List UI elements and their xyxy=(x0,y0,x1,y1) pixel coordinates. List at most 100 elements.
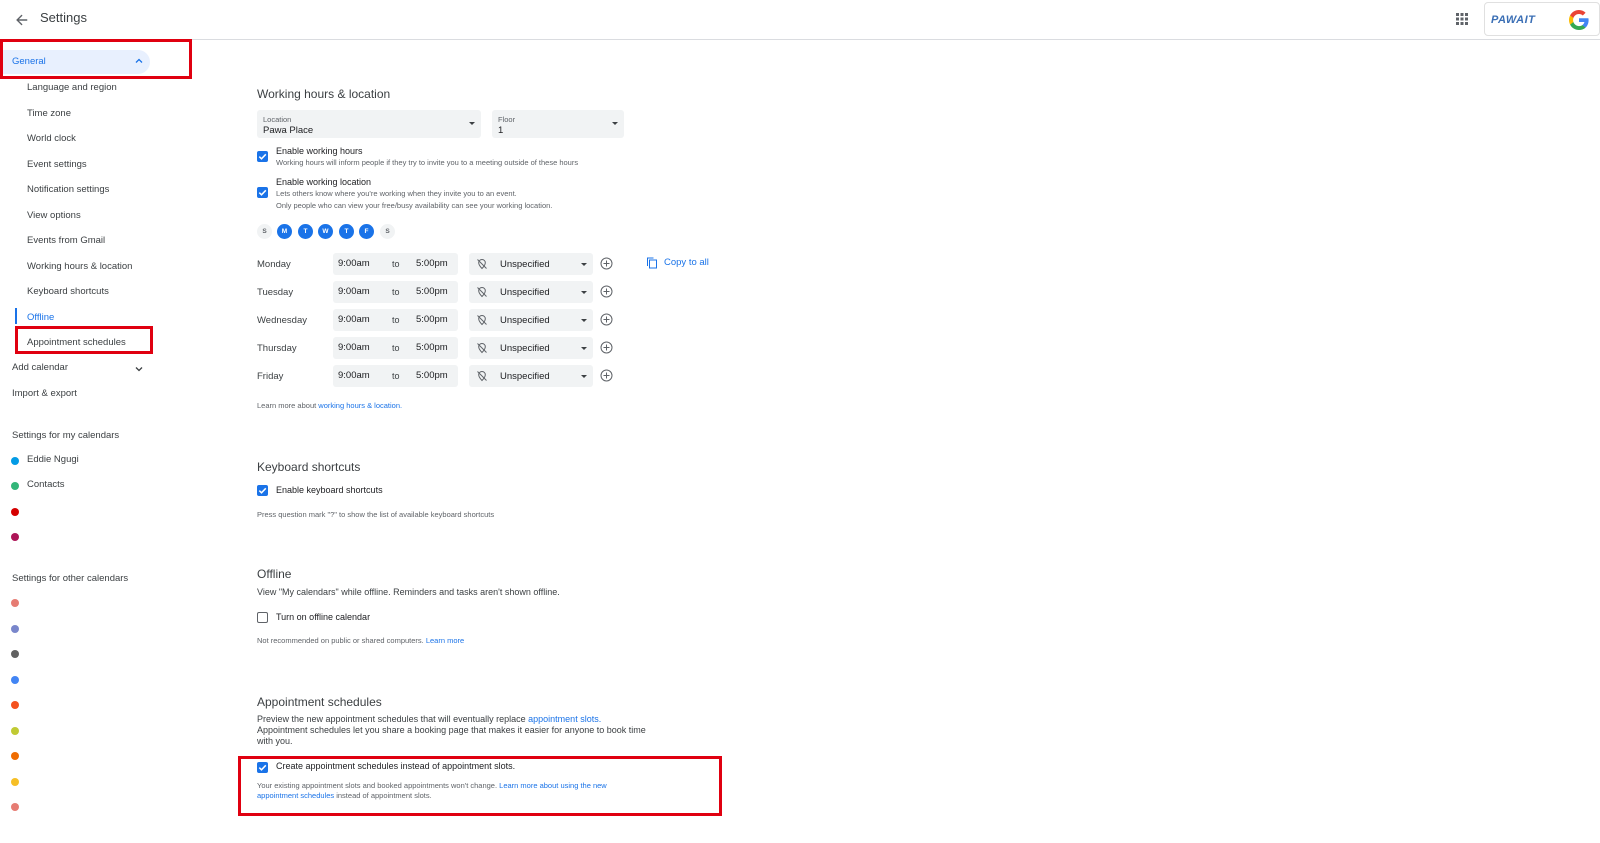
learn-more-prefix: Learn more about xyxy=(257,401,319,410)
apps-grid-icon[interactable] xyxy=(1452,9,1472,29)
appointment-schedules-description-cont: with you. xyxy=(257,736,293,746)
appointment-schedules-link[interactable]: appointment schedules xyxy=(257,791,334,800)
floor-select[interactable]: Floor 1 xyxy=(492,110,624,138)
end-time[interactable]: 5:00pm xyxy=(416,342,448,353)
row-day-label: Wednesday xyxy=(257,315,307,326)
location-select-thursday[interactable]: Unspecified xyxy=(469,337,593,359)
create-appointment-schedules-checkbox[interactable] xyxy=(257,762,268,773)
dropdown-caret-icon xyxy=(581,347,587,350)
day-toggle-wednesday[interactable]: W xyxy=(318,224,333,239)
offline-calendar-label: Turn on offline calendar xyxy=(276,612,371,622)
location-off-icon xyxy=(477,370,487,382)
dropdown-caret-icon xyxy=(581,291,587,294)
dropdown-caret-icon xyxy=(581,319,587,322)
working-hours-heading: Working hours & location xyxy=(257,87,391,101)
offline-description: View "My calendars" while offline. Remin… xyxy=(257,587,560,597)
start-time[interactable]: 9:00am xyxy=(338,314,370,325)
end-time[interactable]: 5:00pm xyxy=(416,370,448,381)
working-hours-link[interactable]: working hours & location. xyxy=(318,401,402,410)
enable-working-hours-description: Working hours will inform people if they… xyxy=(276,158,579,167)
to-label: to xyxy=(392,259,400,269)
enable-working-hours-checkbox[interactable] xyxy=(257,151,268,162)
dropdown-caret-icon xyxy=(581,263,587,266)
offline-note: Not recommended on public or shared comp… xyxy=(257,636,464,645)
location-value: Unspecified xyxy=(500,287,550,298)
day-toggle-thursday[interactable]: T xyxy=(339,224,354,239)
row-day-label: Thursday xyxy=(257,343,297,354)
dropdown-caret-icon xyxy=(469,122,475,125)
appointment-slots-link[interactable]: appointment slots. xyxy=(528,714,601,724)
to-label: to xyxy=(392,371,400,381)
dropdown-caret-icon xyxy=(581,375,587,378)
location-label: Location xyxy=(263,115,292,124)
dropdown-caret-icon xyxy=(612,122,618,125)
to-label: to xyxy=(392,287,400,297)
location-select-wednesday[interactable]: Unspecified xyxy=(469,309,593,331)
location-select-tuesday[interactable]: Unspecified xyxy=(469,281,593,303)
location-off-icon xyxy=(477,314,487,326)
day-toggle-sunday[interactable]: S xyxy=(257,224,272,239)
google-logo-icon xyxy=(1567,8,1591,32)
start-time[interactable]: 9:00am xyxy=(338,258,370,269)
add-time-range-icon[interactable] xyxy=(600,285,613,298)
location-value: Pawa Place xyxy=(263,125,314,136)
time-range-friday[interactable]: 9:00am to 5:00pm xyxy=(333,365,458,387)
row-day-label: Tuesday xyxy=(257,287,294,298)
day-toggle-monday[interactable]: M xyxy=(277,224,292,239)
note-text: Your existing appointment slots and book… xyxy=(257,781,500,790)
organization-logo: PAWAIT xyxy=(1491,14,1536,26)
enable-working-location-checkbox[interactable] xyxy=(257,187,268,198)
learn-more-appointments-link[interactable]: Learn more about using the new xyxy=(499,781,607,790)
time-range-tuesday[interactable]: 9:00am to 5:00pm xyxy=(333,281,458,303)
checkmark-icon xyxy=(258,189,267,196)
appointment-schedules-note: Your existing appointment slots and book… xyxy=(257,781,607,790)
checkmark-icon xyxy=(258,487,267,494)
floor-value: 1 xyxy=(498,125,504,136)
appointment-schedules-heading: Appointment schedules xyxy=(257,695,382,709)
end-time[interactable]: 5:00pm xyxy=(416,314,448,325)
location-select-monday[interactable]: Unspecified xyxy=(469,253,593,275)
add-time-range-icon[interactable] xyxy=(600,257,613,270)
location-select-friday[interactable]: Unspecified xyxy=(469,365,593,387)
add-time-range-icon[interactable] xyxy=(600,369,613,382)
add-time-range-icon[interactable] xyxy=(600,313,613,326)
keyboard-shortcuts-hint: Press question mark "?" to show the list… xyxy=(257,510,495,519)
start-time[interactable]: 9:00am xyxy=(338,342,370,353)
copy-icon xyxy=(647,257,657,269)
top-bar: Settings PAWAIT xyxy=(0,0,1600,40)
day-toggle-friday[interactable]: F xyxy=(359,224,374,239)
checkmark-icon xyxy=(258,153,267,160)
checkmark-icon xyxy=(258,764,267,771)
enable-keyboard-shortcuts-checkbox[interactable] xyxy=(257,485,268,496)
location-value: Unspecified xyxy=(500,259,550,270)
back-arrow-icon[interactable] xyxy=(10,8,34,32)
location-off-icon xyxy=(477,342,487,354)
enable-working-location-description: Lets others know where you're working wh… xyxy=(276,189,517,198)
location-select[interactable]: Location Pawa Place xyxy=(257,110,481,138)
location-off-icon xyxy=(477,286,487,298)
offline-calendar-checkbox[interactable] xyxy=(257,612,268,623)
account-button[interactable]: PAWAIT xyxy=(1484,2,1600,36)
time-range-thursday[interactable]: 9:00am to 5:00pm xyxy=(333,337,458,359)
time-range-wednesday[interactable]: 9:00am to 5:00pm xyxy=(333,309,458,331)
enable-working-location-privacy-note: Only people who can view your free/busy … xyxy=(276,201,553,210)
settings-content: Working hours & location Location Pawa P… xyxy=(0,40,1600,843)
start-time[interactable]: 9:00am xyxy=(338,286,370,297)
to-label: to xyxy=(392,315,400,325)
end-time[interactable]: 5:00pm xyxy=(416,258,448,269)
note-suffix: instead of appointment slots. xyxy=(334,791,432,800)
add-time-range-icon[interactable] xyxy=(600,341,613,354)
page-title: Settings xyxy=(40,10,87,25)
end-time[interactable]: 5:00pm xyxy=(416,286,448,297)
offline-learn-more-link[interactable]: Learn more xyxy=(426,636,464,645)
start-time[interactable]: 9:00am xyxy=(338,370,370,381)
enable-working-location-label: Enable working location xyxy=(276,177,372,187)
to-label: to xyxy=(392,343,400,353)
day-toggle-saturday[interactable]: S xyxy=(380,224,395,239)
day-toggle-tuesday[interactable]: T xyxy=(298,224,313,239)
time-range-monday[interactable]: 9:00am to 5:00pm xyxy=(333,253,458,275)
create-appointment-schedules-label: Create appointment schedules instead of … xyxy=(276,761,516,771)
location-value: Unspecified xyxy=(500,343,550,354)
location-off-icon xyxy=(477,258,487,270)
offline-heading: Offline xyxy=(257,567,292,581)
